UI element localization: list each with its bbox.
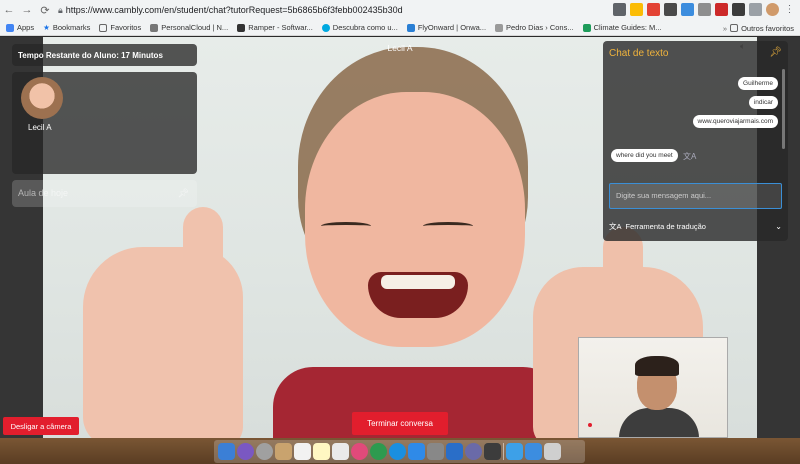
- folder-icon: [730, 24, 739, 32]
- plane-icon: [406, 23, 415, 32]
- chevron-right-icon: »: [722, 23, 728, 33]
- leaf-icon: [582, 23, 591, 32]
- video-teeth: [381, 275, 455, 289]
- extension-icon[interactable]: [749, 3, 762, 16]
- app-window: ← → ⟳ 🔒︎ https://www.cambly.com/en/stude…: [0, 0, 800, 464]
- bookmark-item[interactable]: Descubra como u...: [321, 23, 398, 32]
- bookmark-item[interactable]: Apps: [6, 23, 34, 32]
- translate-icon: 文A: [609, 221, 622, 231]
- dock-bar: [214, 440, 585, 463]
- forward-icon[interactable]: →: [18, 4, 36, 16]
- bookmarks-bar: Apps ★ Bookmarks Favoritos PersonalCloud …: [0, 20, 800, 36]
- app-store-icon[interactable]: [408, 443, 425, 460]
- profile-avatar-icon[interactable]: [766, 3, 779, 16]
- ramper-icon: [237, 23, 246, 32]
- extension-icon[interactable]: [647, 3, 660, 16]
- bookmark-item[interactable]: PersonalCloud | N...: [150, 23, 228, 32]
- chevron-down-icon: ⌄: [775, 221, 782, 231]
- end-call-button[interactable]: Terminar conversa: [352, 412, 448, 435]
- cloud-icon: [150, 23, 159, 32]
- lesson-notes-field[interactable]: Aula de hoje 📌︎: [12, 180, 197, 207]
- chat-message: indicar: [748, 96, 778, 109]
- recording-indicator: [588, 423, 592, 427]
- tutor-name: Lecil A: [28, 123, 52, 132]
- calendar-icon[interactable]: [294, 443, 311, 460]
- reload-icon[interactable]: ⟳: [36, 4, 54, 17]
- pin-icon[interactable]: 📌︎: [178, 188, 189, 199]
- extension-icons: ⋮: [613, 3, 796, 16]
- contacts-icon[interactable]: [275, 443, 292, 460]
- folder-icon: [99, 23, 108, 32]
- bookmark-item[interactable]: Pedro Dias › Cons...: [495, 23, 574, 32]
- self-body: [619, 408, 699, 437]
- finder-icon[interactable]: [218, 443, 235, 460]
- self-hair: [635, 356, 679, 376]
- chrome-icon[interactable]: [370, 443, 387, 460]
- siri-icon[interactable]: [237, 443, 254, 460]
- trash-icon[interactable]: [544, 443, 561, 460]
- camera-icon[interactable]: [613, 3, 626, 16]
- reminders-icon[interactable]: [332, 443, 349, 460]
- video-stage: Lecil A Tempo Restante do Aluno: 17 Minu…: [0, 37, 800, 438]
- chat-message-input[interactable]: Digite sua mensagem aqui...: [609, 183, 782, 209]
- notes-icon[interactable]: [313, 443, 330, 460]
- video-eye-right: [423, 222, 473, 230]
- call-title: Lecil A: [387, 43, 413, 53]
- site-icon: [321, 23, 330, 32]
- bookmark-item[interactable]: Climate Guides: M...: [582, 23, 662, 32]
- safari-icon[interactable]: [389, 443, 406, 460]
- extension-icon[interactable]: [732, 3, 745, 16]
- other-bookmarks[interactable]: » Outros favoritos: [716, 20, 794, 35]
- tutor-avatar: [21, 77, 63, 119]
- dock-divider: [503, 443, 504, 460]
- address-bar: ← → ⟳ 🔒︎ https://www.cambly.com/en/stude…: [0, 0, 800, 20]
- chat-message: where did you meet: [611, 149, 678, 162]
- camera-off-button[interactable]: Desligar a câmera: [3, 417, 79, 435]
- video-thumb-left: [183, 207, 223, 297]
- settings-icon[interactable]: [427, 443, 444, 460]
- photos-icon[interactable]: [351, 443, 368, 460]
- bookmark-item[interactable]: Ramper - Softwar...: [237, 23, 313, 32]
- self-view-video: [578, 337, 728, 438]
- chat-scrollbar[interactable]: [782, 69, 785, 149]
- extension-icon[interactable]: [698, 3, 711, 16]
- translate-icon[interactable]: 文A: [683, 151, 696, 162]
- chat-message: www.queroviajarmais.com: [692, 115, 778, 128]
- document-icon: [495, 23, 504, 32]
- app-icon[interactable]: [465, 443, 482, 460]
- macos-dock: [0, 438, 800, 464]
- launchpad-icon[interactable]: [256, 443, 273, 460]
- star-icon[interactable]: [630, 3, 643, 16]
- url-field[interactable]: 🔒︎ https://www.cambly.com/en/student/cha…: [58, 5, 403, 16]
- video-eye-left: [321, 222, 371, 230]
- apps-icon: [6, 23, 14, 32]
- lesson-notes-placeholder: Aula de hoje: [18, 188, 69, 198]
- extension-icon[interactable]: [681, 3, 694, 16]
- translation-tool-toggle[interactable]: 文A Ferramenta de tradução ⌄: [609, 219, 782, 233]
- downloads-icon[interactable]: [525, 443, 542, 460]
- bookmark-item[interactable]: Favoritos: [99, 23, 141, 32]
- bookmark-item[interactable]: ★ Bookmarks: [43, 23, 90, 32]
- pin-icon[interactable]: 📌︎: [769, 47, 782, 58]
- url-text: https://www.cambly.com/en/student/chat?t…: [65, 5, 403, 15]
- chat-panel: Chat de texto 📌︎ Guilherme indicar www.q…: [603, 41, 788, 241]
- app-icon[interactable]: [446, 443, 463, 460]
- chat-title: Chat de texto: [609, 48, 669, 59]
- app-icon[interactable]: [484, 443, 501, 460]
- lock-icon: 🔒︎: [58, 4, 63, 15]
- star-icon: ★: [43, 23, 50, 32]
- tutor-card: Lecil A: [12, 72, 197, 174]
- translation-tool-label: Ferramenta de tradução: [625, 221, 706, 231]
- back-icon[interactable]: ←: [0, 4, 18, 16]
- folder-icon[interactable]: [506, 443, 523, 460]
- time-remaining: Tempo Restante do Aluno: 17 Minutos: [12, 44, 197, 66]
- extension-icon[interactable]: [715, 3, 728, 16]
- menu-icon[interactable]: ⋮: [783, 3, 796, 16]
- bookmark-item[interactable]: FlyOnward | Onwa...: [406, 23, 486, 32]
- extension-icon[interactable]: [664, 3, 677, 16]
- chat-message: Guilherme: [738, 77, 778, 90]
